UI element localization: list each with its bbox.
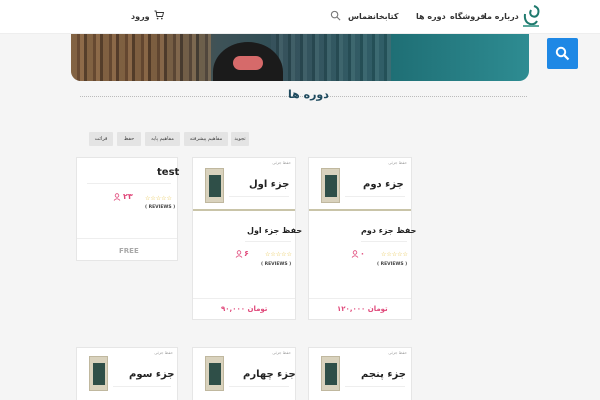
login-link[interactable]: ورود bbox=[131, 12, 150, 21]
book-cover-image bbox=[89, 356, 108, 391]
course-title[interactable]: جزء پنجم bbox=[361, 369, 406, 380]
rating-stars: ☆☆☆☆☆ bbox=[265, 251, 292, 258]
student-count: ۲۳ bbox=[123, 192, 133, 201]
site-logo-icon[interactable] bbox=[520, 4, 542, 28]
course-title[interactable]: جزء اول bbox=[249, 179, 289, 190]
course-card[interactable]: حفظ جزئی جزء دوم حفظ جزء دوم ☆☆☆☆☆ ۰ ( R… bbox=[308, 157, 416, 320]
course-card[interactable]: حفظ جزئی جزء پنجم bbox=[308, 347, 412, 400]
card-divider bbox=[193, 209, 295, 211]
course-price: ۹۰,۰۰۰ تومان bbox=[221, 305, 268, 313]
hero-banner bbox=[71, 34, 529, 81]
reviews-label: ( REVIEWS ) bbox=[261, 262, 292, 267]
user-icon bbox=[351, 250, 359, 258]
course-card[interactable]: test ☆☆☆☆☆ ۲۳ ( REVIEWS ) FREE bbox=[76, 157, 179, 261]
student-count: ۶ bbox=[244, 249, 249, 258]
search-button[interactable] bbox=[547, 38, 578, 69]
course-title[interactable]: test bbox=[157, 167, 179, 178]
nav-about[interactable]: درباره ما bbox=[484, 12, 519, 21]
course-tag: حفظ جزئی bbox=[272, 350, 291, 355]
cart-icon[interactable] bbox=[154, 10, 164, 20]
book-cover-image bbox=[321, 356, 340, 391]
title-underline bbox=[87, 183, 171, 184]
course-tag: حفظ جزئی bbox=[154, 350, 173, 355]
reviews-label: ( REVIEWS ) bbox=[145, 205, 176, 210]
search-icon bbox=[555, 46, 570, 61]
rating-stars: ☆☆☆☆☆ bbox=[381, 251, 408, 258]
book-cover-image bbox=[205, 356, 224, 391]
course-price: ۱۲۰,۰۰۰ تومان bbox=[337, 305, 388, 313]
filter-basic-concepts[interactable]: مفاهیم پایه bbox=[145, 132, 180, 146]
course-title[interactable]: جزء دوم bbox=[363, 179, 404, 190]
book-cover-image bbox=[205, 168, 224, 203]
site-header: درباره ما فروشگاه دوره ها کتابخانه تماس … bbox=[0, 0, 600, 34]
title-underline bbox=[345, 196, 405, 197]
bookshelf-image-2 bbox=[271, 34, 391, 81]
nav-courses[interactable]: دوره ها bbox=[416, 12, 446, 21]
course-tag: حفظ جزئی bbox=[388, 160, 407, 165]
rating-stars: ☆☆☆☆☆ bbox=[145, 195, 172, 202]
card-separator bbox=[193, 298, 295, 299]
card-divider bbox=[309, 209, 411, 211]
title-underline bbox=[113, 386, 171, 387]
filter-tajvid[interactable]: تجوید bbox=[231, 132, 249, 146]
user-icon bbox=[235, 250, 243, 258]
course-card[interactable]: حفظ جزئی جزء چهارم bbox=[192, 347, 296, 400]
course-subtitle[interactable]: حفظ جزء دوم bbox=[361, 226, 416, 235]
subtitle-underline bbox=[245, 241, 291, 242]
nav-contact[interactable]: تماس bbox=[348, 12, 370, 21]
search-icon[interactable] bbox=[330, 10, 341, 21]
course-tag: حفظ جزئی bbox=[388, 350, 407, 355]
course-card[interactable]: حفظ جزئی جزء اول حفظ جزء اول ☆☆☆☆☆ ۶ ( R… bbox=[192, 157, 302, 320]
filter-hefz[interactable]: حفظ bbox=[117, 132, 141, 146]
section-divider-left bbox=[80, 96, 305, 97]
title-underline bbox=[229, 386, 289, 387]
user-icon bbox=[113, 193, 121, 201]
card-separator bbox=[77, 238, 177, 239]
title-underline bbox=[345, 386, 405, 387]
filter-advanced-concepts[interactable]: مفاهیم پیشرفته bbox=[184, 132, 228, 146]
bookshelf-image bbox=[71, 34, 211, 81]
course-tag: حفظ جزئی bbox=[272, 160, 291, 165]
course-subtitle[interactable]: حفظ جزء اول bbox=[247, 226, 302, 235]
section-divider-right bbox=[327, 96, 527, 97]
card-separator bbox=[309, 298, 411, 299]
nav-shop[interactable]: فروشگاه bbox=[450, 12, 485, 21]
section-title: دوره ها bbox=[288, 88, 329, 101]
headphones-image bbox=[233, 56, 263, 70]
nav-library[interactable]: کتابخانه bbox=[368, 12, 399, 21]
title-underline bbox=[229, 196, 289, 197]
filter-qiraat[interactable]: قرائت bbox=[89, 132, 113, 146]
reviews-label: ( REVIEWS ) bbox=[377, 262, 408, 267]
course-title[interactable]: جزء سوم bbox=[129, 369, 174, 380]
book-cover-image bbox=[321, 168, 340, 203]
course-title[interactable]: جزء چهارم bbox=[243, 369, 296, 380]
subtitle-underline bbox=[361, 241, 407, 242]
student-count: ۰ bbox=[360, 249, 365, 258]
course-card[interactable]: حفظ جزئی جزء سوم bbox=[76, 347, 178, 400]
course-price: FREE bbox=[119, 247, 139, 255]
